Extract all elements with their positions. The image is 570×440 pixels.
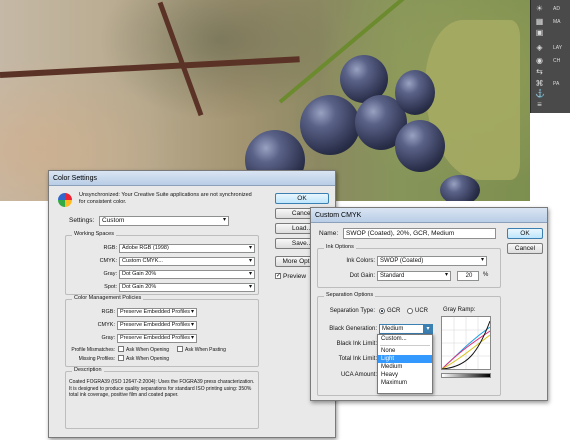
cmyk-dialog-title: Custom CMYK	[311, 208, 547, 223]
grape	[300, 95, 360, 155]
black-ink-limit-label: Black Ink Limit:	[336, 341, 377, 347]
gray-ramp-label: Gray Ramp:	[443, 307, 476, 313]
panel-label[interactable]: MA	[553, 19, 561, 25]
ink-colors-dropdown[interactable]: SWOP (Coated)	[377, 256, 487, 266]
settings-label: Settings:	[69, 217, 95, 224]
channels-icon[interactable]: ◉	[535, 56, 544, 65]
gray-label: Gray:	[103, 271, 117, 277]
mismatch-label: Profile Mismatches:	[71, 347, 115, 353]
policy-cmyk-label: CMYK:	[97, 322, 115, 328]
ink-options-group: Ink Options	[317, 244, 501, 288]
cmyk-label: CMYK:	[99, 258, 117, 264]
menu-item-selected[interactable]: Light	[378, 355, 432, 363]
image-icon[interactable]: ▣	[535, 28, 544, 37]
anchor-icon[interactable]: ⚓	[535, 89, 545, 98]
panel-label[interactable]: LAY	[553, 45, 562, 51]
menu-item[interactable]: Medium	[378, 363, 432, 371]
color-settings-dialog: Color Settings Unsynchronized: Your Crea…	[48, 170, 336, 438]
separation-type-label: Separation Type:	[329, 308, 375, 314]
spot-dropdown[interactable]: Dot Gain 20%	[119, 283, 255, 292]
cmyk-dropdown[interactable]: Custom CMYK...	[119, 257, 255, 266]
panel-label[interactable]: AD	[553, 6, 560, 12]
ok-button[interactable]: OK	[275, 193, 329, 204]
policy-cmyk-dropdown[interactable]: Preserve Embedded Profiles	[117, 321, 197, 330]
name-label: Name:	[319, 230, 339, 237]
dot-gain-label: Dot Gain:	[349, 273, 375, 279]
menu-item[interactable]: Heavy	[378, 371, 432, 379]
black-generation-label: Black Generation:	[329, 326, 377, 332]
ask-opening-missing-label[interactable]: Ask When Opening	[126, 356, 169, 362]
ask-opening-checkbox[interactable]	[118, 346, 124, 352]
settings-dropdown[interactable]: Custom	[99, 216, 229, 226]
sync-message: Unsynchronized: Your Creative Suite appl…	[79, 192, 252, 205]
policy-gray-dropdown[interactable]: Preserve Embedded Profiles	[117, 334, 197, 343]
ink-options-title: Ink Options	[324, 244, 356, 250]
ask-opening-label[interactable]: Ask When Opening	[126, 347, 169, 353]
ink-colors-label: Ink Colors:	[346, 258, 375, 264]
working-spaces-title: Working Spaces	[72, 231, 116, 237]
rgb-dropdown[interactable]: Adobe RGB (1998)	[119, 244, 255, 253]
policy-rgb-label: RGB:	[101, 309, 115, 315]
ask-opening-missing-checkbox[interactable]	[118, 355, 124, 361]
rgb-label: RGB:	[103, 245, 117, 251]
panel-label[interactable]: CH	[553, 58, 560, 64]
description-title: Description	[72, 367, 104, 373]
adjust-icon[interactable]: ⇆	[535, 67, 544, 76]
percent-label: %	[483, 272, 489, 278]
policy-rgb-dropdown[interactable]: Preserve Embedded Profiles	[117, 308, 197, 317]
dot-gain-value-input[interactable]: 20	[457, 271, 479, 281]
gray-dropdown[interactable]: Dot Gain 20%	[119, 270, 255, 279]
gray-ramp-graph	[441, 316, 491, 370]
menu-item[interactable]: Custom...	[378, 335, 432, 344]
black-generation-menu: Custom... None Light Medium Heavy Maximu…	[377, 334, 433, 394]
ucr-radio[interactable]	[407, 308, 413, 314]
policy-gray-label: Gray:	[101, 335, 115, 341]
dot-gain-dropdown[interactable]: Standard	[377, 271, 451, 281]
menu-item[interactable]: None	[378, 347, 432, 355]
separation-options-title: Separation Options	[324, 292, 376, 298]
menu-divider	[380, 345, 430, 346]
preview-label[interactable]: Preview	[283, 273, 306, 280]
photoshop-panel-dock: ☀ AD ▦ MA ▣ ◈ LAY ◉ CH ⇆ ⌘ PA ⚓ ≡	[530, 0, 570, 113]
chevron-down-icon[interactable]: ▾	[423, 324, 433, 334]
ucr-label[interactable]: UCR	[415, 308, 428, 314]
spot-label: Spot:	[104, 284, 117, 290]
grid-icon[interactable]: ▦	[535, 17, 544, 26]
ask-pasting-checkbox[interactable]	[177, 346, 183, 352]
preview-checkbox[interactable]: ✓	[275, 273, 281, 279]
cmyk-ok-button[interactable]: OK	[507, 228, 543, 239]
bars-icon[interactable]: ≡	[535, 100, 544, 109]
description-text: Coated FOGRA39 (ISO 12647-2:2004): Uses …	[69, 379, 255, 398]
missing-label: Missing Profiles:	[78, 356, 115, 362]
gcr-radio[interactable]	[379, 308, 385, 314]
black-generation-dropdown[interactable]: Medium	[379, 324, 427, 334]
gcr-label[interactable]: GCR	[387, 308, 400, 314]
uca-amount-label: UCA Amount:	[340, 372, 377, 378]
gray-ramp-gradient-bar	[441, 373, 491, 378]
ask-pasting-label[interactable]: Ask When Pasting	[185, 347, 226, 353]
paths-icon[interactable]: ⌘	[535, 79, 544, 88]
grape	[395, 120, 445, 172]
dialog-title: Color Settings	[49, 171, 335, 186]
sync-icon	[58, 193, 72, 207]
policies-title: Color Management Policies	[72, 295, 144, 301]
gray-ramp-curves	[441, 317, 491, 370]
total-ink-limit-label: Total Ink Limit:	[338, 356, 377, 362]
panel-label[interactable]: PA	[553, 81, 559, 87]
name-input[interactable]: SWOP (Coated), 20%, GCR, Medium	[343, 228, 496, 239]
grape	[440, 175, 480, 201]
menu-item[interactable]: Maximum	[378, 379, 432, 387]
grape	[395, 70, 435, 115]
custom-cmyk-dialog: Custom CMYK Name: SWOP (Coated), 20%, GC…	[310, 207, 548, 401]
layers-icon[interactable]: ◈	[535, 43, 544, 52]
sun-icon[interactable]: ☀	[535, 4, 544, 13]
cmyk-cancel-button[interactable]: Cancel	[507, 243, 543, 254]
